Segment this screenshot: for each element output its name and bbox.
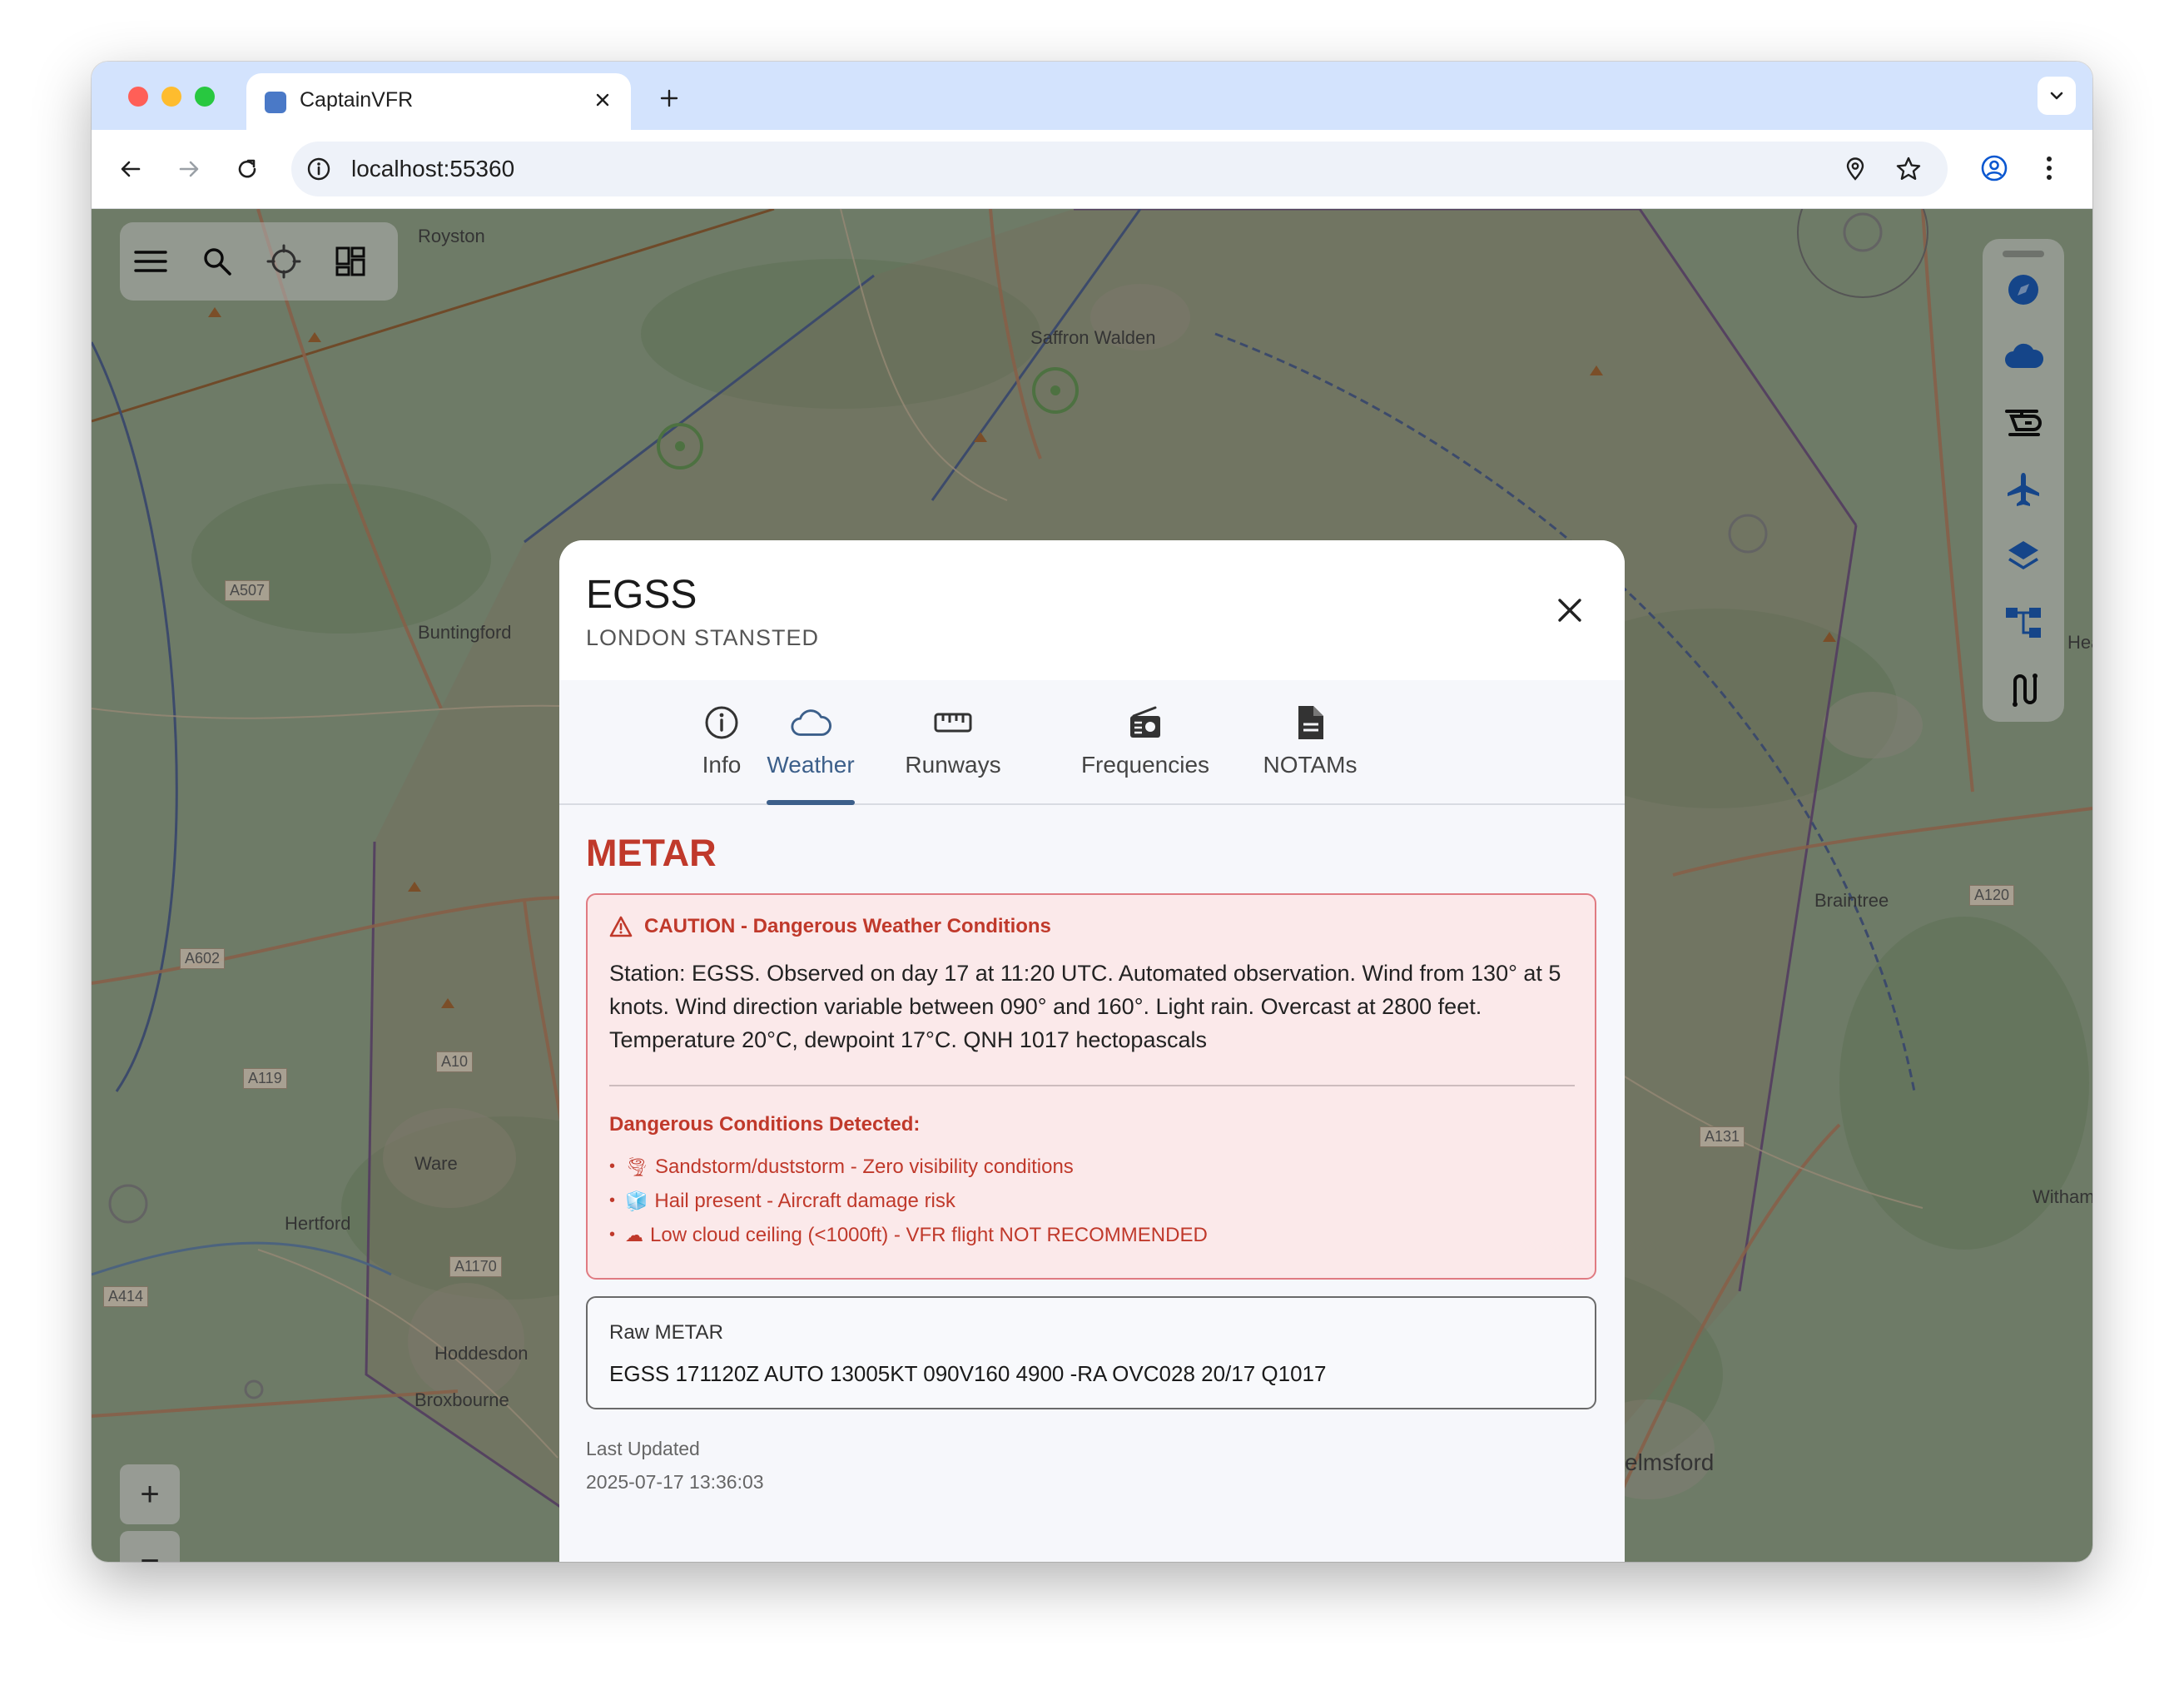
tab-close-button[interactable]: [588, 85, 618, 115]
raw-metar-label: Raw METAR: [609, 1321, 723, 1344]
last-updated-label: Last Updated: [586, 1438, 700, 1459]
tab-weather[interactable]: Weather: [764, 702, 857, 803]
profile-icon[interactable]: [1974, 148, 2014, 188]
danger-item: • 🌪 Sandstorm/duststorm - Zero visibilit…: [609, 1155, 1074, 1178]
forward-button[interactable]: [170, 150, 208, 188]
ice-cube-icon: 🧊: [625, 1190, 648, 1211]
danger-text: Hail present - Aircraft damage risk: [654, 1189, 956, 1212]
tab-label: Frequencies: [1080, 752, 1210, 778]
tab-label: Weather: [767, 752, 855, 778]
tab-strip: CaptainVFR: [92, 62, 2092, 130]
danger-text: Low cloud ceiling (<1000ft) - VFR flight…: [650, 1223, 1208, 1246]
danger-item: • ☁ Low cloud ceiling (<1000ft) - VFR fl…: [609, 1223, 1208, 1246]
close-window-button[interactable]: [128, 87, 148, 107]
close-icon: [596, 93, 609, 107]
document-icon: [1289, 702, 1331, 743]
cloud-icon: [790, 702, 831, 743]
weather-warning-card: CAUTION - Dangerous Weather Conditions S…: [586, 893, 1596, 1280]
page-content: Royston Saffron Walden Buntingford Brain…: [92, 209, 2092, 1562]
warning-triangle-icon: [609, 916, 633, 937]
airport-icao: EGSS: [586, 573, 697, 617]
address-bar[interactable]: localhost:55360: [291, 142, 1948, 196]
kebab-menu-icon[interactable]: [2029, 148, 2069, 188]
ruler-icon: [932, 702, 974, 743]
tab-frequencies[interactable]: Frequencies: [1054, 702, 1237, 803]
caution-header: CAUTION - Dangerous Weather Conditions: [609, 915, 1051, 938]
raw-metar-text: EGSS 171120Z AUTO 13005KT 090V160 4900 -…: [609, 1361, 1327, 1386]
back-button[interactable]: [112, 150, 150, 188]
site-info-icon[interactable]: [303, 153, 335, 185]
decoded-metar: Station: EGSS. Observed on day 17 at 11:…: [609, 961, 1561, 1052]
url-text[interactable]: localhost:55360: [351, 156, 514, 182]
location-pin-icon[interactable]: [1838, 152, 1873, 186]
arrow-right-icon: [179, 161, 199, 177]
tab-runways[interactable]: Runways: [899, 702, 1007, 803]
cloud-icon: ☁: [625, 1224, 644, 1245]
caution-title: CAUTION - Dangerous Weather Conditions: [644, 915, 1051, 937]
close-dialog-button[interactable]: [1548, 589, 1591, 632]
tab-label: Runways: [905, 752, 1001, 778]
tab-notams[interactable]: NOTAMs: [1243, 702, 1377, 803]
raw-metar-card: Raw METAR EGSS 171120Z AUTO 13005KT 090V…: [586, 1296, 1596, 1409]
favicon-icon: [265, 92, 286, 113]
browser-tab[interactable]: CaptainVFR: [246, 73, 631, 130]
reload-icon: [238, 159, 256, 178]
radio-icon: [1124, 702, 1166, 743]
minimize-window-button[interactable]: [161, 87, 181, 107]
divider: [609, 1085, 1575, 1086]
maximize-window-button[interactable]: [195, 87, 215, 107]
chevron-down-icon: [2050, 92, 2063, 100]
dialog-header: EGSS LONDON STANSTED: [559, 540, 1625, 680]
plus-icon: [660, 89, 678, 107]
tab-label: NOTAMs: [1263, 752, 1358, 778]
danger-list: • 🌪 Sandstorm/duststorm - Zero visibilit…: [609, 1150, 1575, 1252]
close-icon: [1558, 599, 1581, 622]
info-icon: [701, 702, 742, 743]
new-tab-button[interactable]: [653, 82, 686, 115]
browser-toolbar: localhost:55360: [92, 130, 2092, 209]
danger-item: • 🧊 Hail present - Aircraft damage risk: [609, 1189, 956, 1212]
last-updated-time: 2025-07-17 13:36:03: [586, 1471, 764, 1493]
metar-heading: METAR: [586, 832, 717, 874]
browser-window: CaptainVFR localhost:55360 Royston Saffr…: [92, 62, 2092, 1562]
tab-label: Info: [702, 752, 742, 778]
reload-button[interactable]: [228, 150, 266, 188]
dangerous-conditions-heading: Dangerous Conditions Detected:: [609, 1113, 921, 1136]
arrow-left-icon: [121, 161, 141, 177]
active-tab-indicator: [767, 800, 855, 805]
airport-name: LONDON STANSTED: [586, 625, 820, 650]
danger-text: Sandstorm/duststorm - Zero visibility co…: [654, 1155, 1074, 1178]
tab-search-button[interactable]: [2038, 77, 2076, 115]
tab-info[interactable]: Info: [673, 702, 771, 803]
dialog-tabs: Info Weather Runways Frequencies NOTAMs: [559, 685, 1625, 805]
duststorm-icon: 🌪: [625, 1156, 648, 1177]
airport-dialog: EGSS LONDON STANSTED Info Weather Runway…: [559, 540, 1625, 1562]
bookmark-star-icon[interactable]: [1891, 152, 1926, 186]
tab-title: CaptainVFR: [300, 88, 414, 112]
